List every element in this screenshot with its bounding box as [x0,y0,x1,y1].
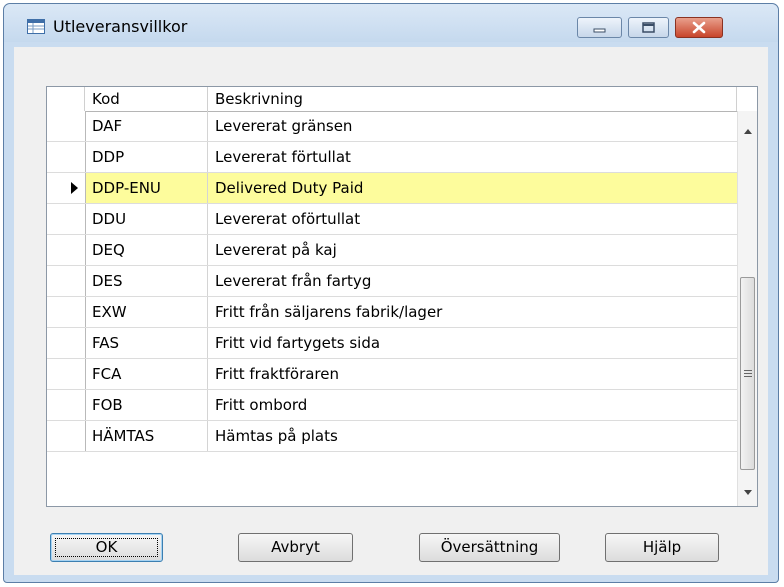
cell-beskrivning[interactable]: Levererat gränsen [208,111,737,141]
header-selector-cell [47,87,85,111]
minimize-icon [593,28,606,33]
grip-line [744,370,752,371]
maximize-button[interactable] [628,17,669,38]
cell-beskrivning[interactable]: Fritt från säljarens fabrik/lager [208,297,737,327]
minimize-button[interactable] [577,17,622,38]
dialog-window: Utleveransvillkor Kod Beskrivning DAF Le… [3,3,779,583]
table-row[interactable]: DEQ Levererat på kaj [47,235,737,266]
cell-kod[interactable]: HÄMTAS [85,421,208,451]
cell-kod[interactable]: FCA [85,359,208,389]
cell-kod[interactable]: DES [85,266,208,296]
translation-button-label: Översättning [440,538,539,556]
table-row[interactable]: DDP Levererat förtullat [47,142,737,173]
terms-table: Kod Beskrivning DAF Levererat gränsen DDP L… [46,86,758,507]
table-row[interactable]: FAS Fritt vid fartygets sida [47,328,737,359]
cell-beskrivning[interactable]: Hämtas på plats [208,421,737,451]
row-selector-cell[interactable] [47,266,86,296]
cell-beskrivning[interactable]: Delivered Duty Paid [208,173,737,203]
scroll-down-arrow-icon[interactable] [744,490,752,495]
title-bar[interactable]: Utleveransvillkor [4,4,778,42]
row-selector-cell[interactable] [47,421,86,451]
header-corner [737,87,757,111]
cell-kod[interactable]: DDU [85,204,208,234]
table-header: Kod Beskrivning [47,87,757,112]
cell-beskrivning[interactable]: Levererat oförtullat [208,204,737,234]
table-row[interactable]: DES Levererat från fartyg [47,266,737,297]
translation-button[interactable]: Översättning [419,533,560,562]
row-selector-cell[interactable] [47,235,86,265]
cell-beskrivning[interactable]: Fritt vid fartygets sida [208,328,737,358]
row-selector-cell[interactable] [47,297,86,327]
row-selector-cell[interactable] [47,142,86,172]
cancel-button[interactable]: Avbryt [238,533,353,562]
maximize-icon [642,22,655,33]
table-row[interactable]: DDP-ENU Delivered Duty Paid [47,173,737,204]
row-selector-cell[interactable] [47,173,86,203]
cell-beskrivning[interactable]: Fritt fraktföraren [208,359,737,389]
dialog-client-area: Kod Beskrivning DAF Levererat gränsen DDP L… [14,47,768,575]
help-button-label: Hjälp [642,538,682,556]
cell-beskrivning[interactable]: Levererat från fartyg [208,266,737,296]
table-row[interactable]: FOB Fritt ombord [47,390,737,421]
grip-line [744,376,752,377]
cell-kod[interactable]: EXW [85,297,208,327]
table-window-icon [27,19,45,34]
window-title: Utleveransvillkor [53,17,188,36]
cell-kod[interactable]: DEQ [85,235,208,265]
row-selector-cell[interactable] [47,328,86,358]
vertical-scrollbar[interactable] [737,111,757,506]
cell-beskrivning[interactable]: Levererat på kaj [208,235,737,265]
column-header-beskrivning[interactable]: Beskrivning [208,87,737,111]
table-row[interactable]: HÄMTAS Hämtas på plats [47,421,737,452]
scroll-up-arrow-icon[interactable] [744,129,752,134]
cell-beskrivning[interactable]: Levererat förtullat [208,142,737,172]
row-selector-cell[interactable] [47,359,86,389]
table-row[interactable]: DAF Levererat gränsen [47,111,737,142]
cancel-button-label: Avbryt [271,538,320,556]
close-button[interactable] [675,17,723,38]
ok-button[interactable]: OK [50,533,163,562]
grip-line [744,373,752,374]
scrollbar-thumb[interactable] [740,277,755,470]
cell-kod[interactable]: FAS [85,328,208,358]
column-header-kod[interactable]: Kod [85,87,208,111]
current-row-arrow-icon [71,182,78,194]
cell-kod[interactable]: FOB [85,390,208,420]
close-icon [692,21,706,34]
cell-kod[interactable]: DAF [85,111,208,141]
cell-kod[interactable]: DDP-ENU [85,173,208,203]
focus-rectangle [55,538,158,557]
row-selector-cell[interactable] [47,390,86,420]
table-row[interactable]: FCA Fritt fraktföraren [47,359,737,390]
cell-beskrivning[interactable]: Fritt ombord [208,390,737,420]
row-selector-cell[interactable] [47,204,86,234]
table-row[interactable]: DDU Levererat oförtullat [47,204,737,235]
table-row[interactable]: EXW Fritt från säljarens fabrik/lager [47,297,737,328]
help-button[interactable]: Hjälp [605,533,719,562]
row-selector-cell[interactable] [47,111,86,141]
cell-kod[interactable]: DDP [85,142,208,172]
